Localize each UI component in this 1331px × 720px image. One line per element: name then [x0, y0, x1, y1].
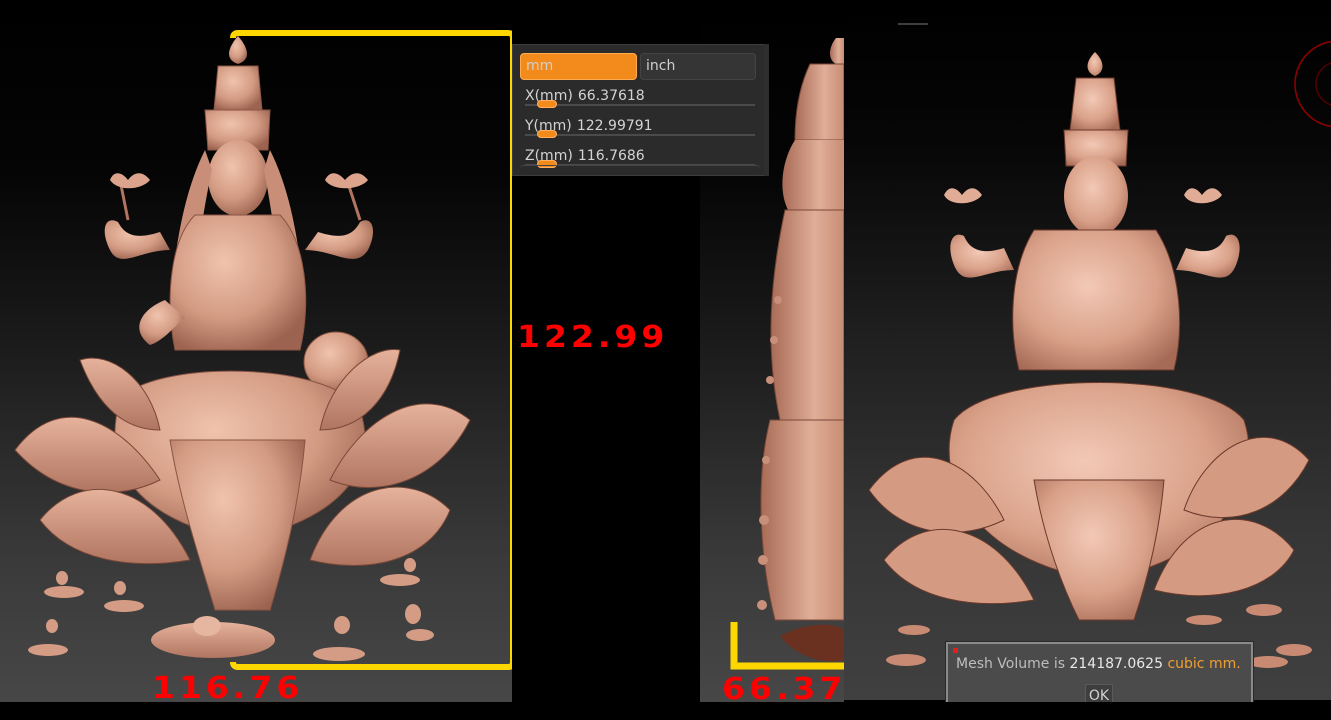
y-slider-knob[interactable]	[536, 130, 557, 138]
dialog-message: Mesh Volume is 214187.0625 cubic mm.	[956, 656, 1241, 672]
x-slider-knob[interactable]	[536, 100, 557, 108]
mesh-volume-unit: cubic mm.	[1167, 656, 1241, 672]
y-size-slider[interactable]: Y(mm) 122.99791	[525, 115, 755, 143]
unit-size-panel: mm inch X(mm) 66.37618 Y(mm) 122.99791 Z…	[512, 44, 768, 176]
close-icon[interactable]	[953, 648, 958, 653]
panel-scrollbar[interactable]	[764, 44, 769, 176]
depth-dimension-label: 66.37	[722, 670, 847, 707]
height-dimension-label: 122.99	[517, 318, 669, 355]
dialog-message-prefix: Mesh Volume is	[956, 656, 1066, 672]
front-viewport[interactable]	[0, 0, 512, 702]
unit-mm-button[interactable]: mm	[520, 53, 637, 80]
divider	[898, 23, 928, 25]
x-slider-value: 66.37618	[577, 88, 645, 104]
x-size-slider[interactable]: X(mm) 66.37618	[525, 85, 755, 113]
statue-relief-model	[868, 52, 1312, 668]
y-slider-value: 122.99791	[576, 118, 653, 134]
panel-divider	[520, 165, 760, 171]
x-slider-track[interactable]	[525, 104, 755, 106]
mesh-volume-value: 214187.0625	[1069, 656, 1163, 672]
bottom-bar	[0, 702, 1331, 720]
unit-inch-button[interactable]: inch	[640, 53, 756, 80]
y-slider-track[interactable]	[525, 134, 755, 136]
z-slider-value: 116.7686	[577, 148, 645, 164]
dimension-bracket-front	[230, 30, 512, 670]
relief-viewport[interactable]	[844, 0, 1331, 700]
width-dimension-label: 116.76	[152, 669, 304, 706]
rotate-gizmo-icon[interactable]	[1270, 38, 1331, 130]
